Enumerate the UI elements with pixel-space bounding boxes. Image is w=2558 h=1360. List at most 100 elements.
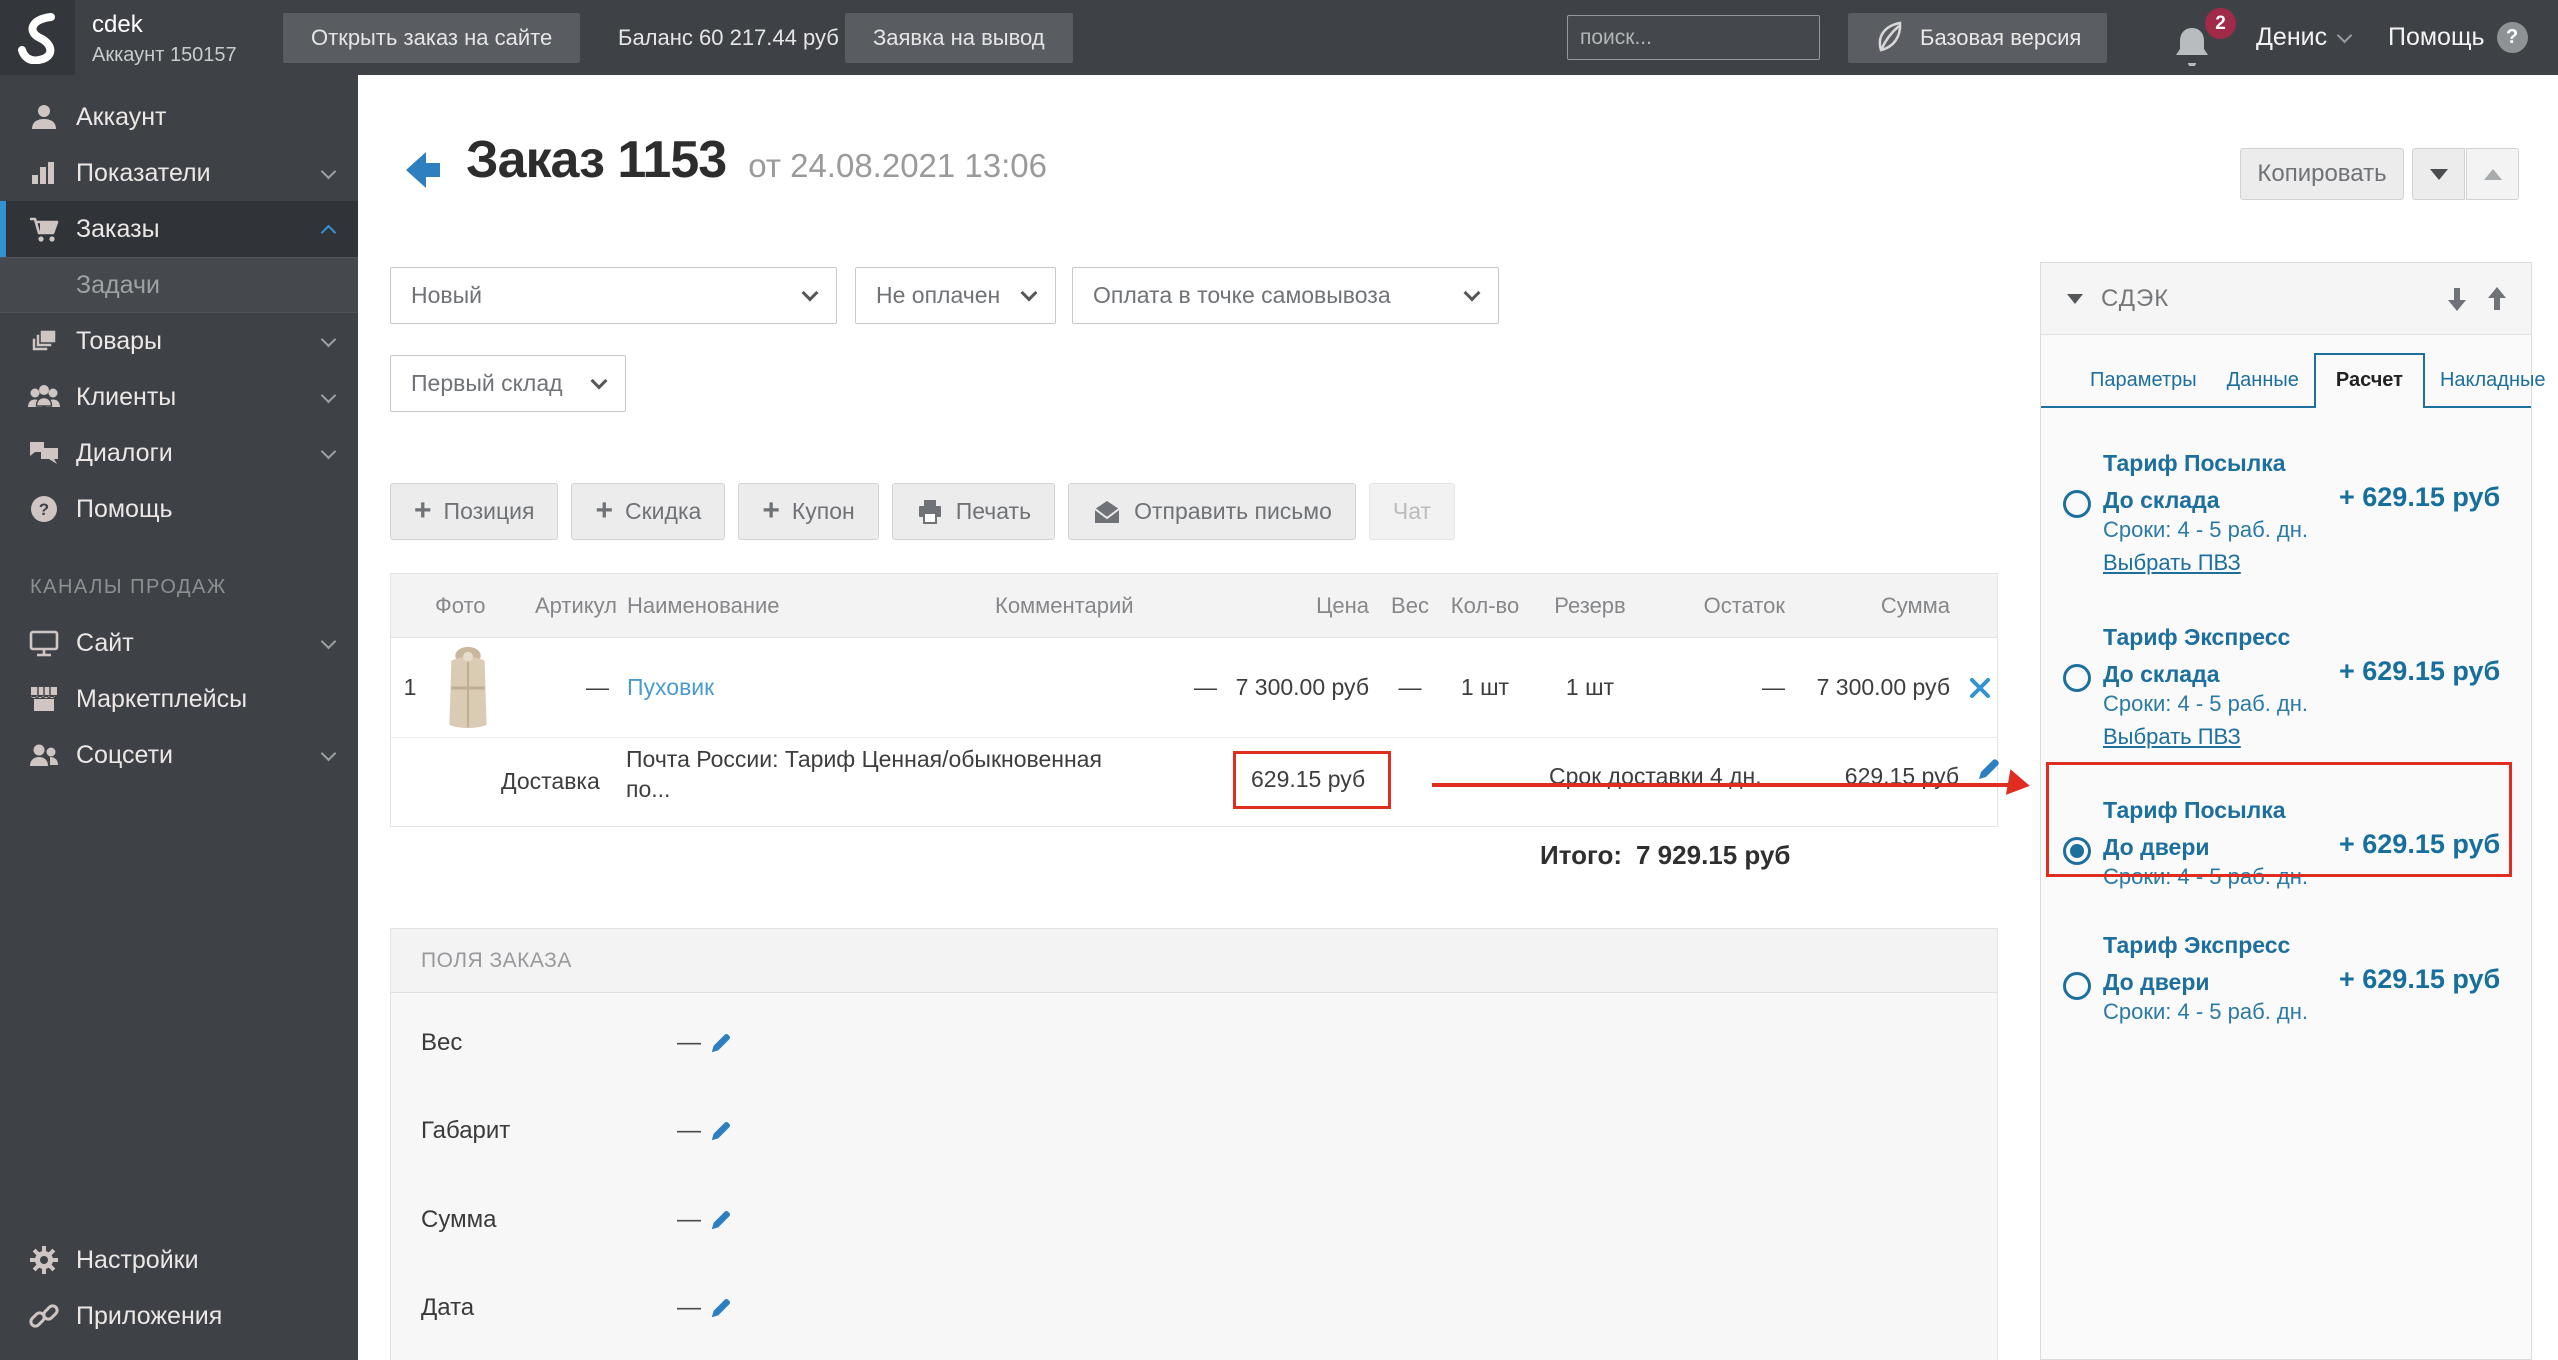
sidebar-item-marketplaces[interactable]: Маркетплейсы [0,671,358,727]
product-thumbnail[interactable] [429,642,529,733]
notification-badge: 2 [2205,8,2236,39]
sidebar-item-dialogs[interactable]: Диалоги [0,425,358,481]
help-menu[interactable]: Помощь ? [2388,0,2528,75]
tariff-price: + 629.15 руб [2339,964,2501,994]
insales-logo[interactable] [0,0,75,75]
chat-button[interactable]: Чат [1368,483,1456,540]
field-value: — [677,1117,701,1144]
sidebar-item-account[interactable]: Аккаунт [0,89,358,145]
choose-pvz-link[interactable]: Выбрать ПВЗ [2103,724,2241,750]
print-button[interactable]: Печать [891,483,1056,540]
open-order-site-button[interactable]: Открыть заказ на сайте [283,13,581,63]
pencil-icon [711,1210,731,1230]
sidebar: Аккаунт Показатели Заказы Задачи Товары [0,75,358,1360]
arrow-down-icon [2448,288,2466,311]
chevron-down-icon [590,372,608,390]
chevron-down-icon [320,387,337,403]
col-weight: Вес [1391,592,1429,618]
tariff-terms: Сроки: 4 - 5 раб. дн. [2103,517,2309,542]
delivery-method: Почта России: Тариф Ценная/обыкновенная … [626,746,1102,802]
account-info: cdek Аккаунт 150157 [92,11,237,67]
col-photo: Фото [435,592,486,618]
field-label: Сумма [421,1206,497,1233]
edit-field-button[interactable] [709,1296,733,1320]
order-field-row: Вес — [421,1029,733,1057]
field-value: — [677,1029,701,1056]
copy-order-button[interactable]: Копировать [2240,148,2404,200]
order-nav-down-button[interactable] [2412,148,2465,200]
sidebar-item-label: Аккаунт [76,102,167,131]
monitor-icon [26,625,62,661]
field-value: — [677,1206,701,1233]
sidebar-item-clients[interactable]: Клиенты [0,369,358,425]
col-qty: Кол-во [1450,592,1520,618]
sidebar-item-site[interactable]: Сайт [0,615,358,671]
edit-field-button[interactable] [709,1119,733,1143]
tab-data[interactable]: Данные [2212,355,2314,406]
price-value: 7 300.00 руб [1235,674,1369,700]
move-widget-down-button[interactable] [2445,286,2469,312]
tariff-price: + 629.15 руб [2339,656,2501,686]
sidebar-item-help[interactable]: ? Помощь [0,481,358,537]
user-menu[interactable]: Денис [2256,0,2353,75]
total-value: 7 929.15 руб [1636,840,1791,870]
annotation-red-arrow [1432,783,2015,787]
collapse-triangle-icon[interactable] [2067,293,2083,304]
sidebar-item-metrics[interactable]: Показатели [0,145,358,201]
tab-parameters[interactable]: Параметры [2075,355,2212,406]
choose-pvz-link[interactable]: Выбрать ПВЗ [2103,550,2241,576]
sidebar-item-tasks[interactable]: Задачи [0,257,358,313]
send-email-label: Отправить письмо [1134,498,1332,524]
edit-field-button[interactable] [709,1031,733,1055]
base-version-button[interactable]: Базовая версия [1848,13,2108,63]
payment-status-select[interactable]: Не оплачен [855,267,1056,324]
tariff-radio[interactable] [2063,972,2091,1000]
product-image [437,642,499,733]
tariff-radio[interactable] [2063,490,2091,518]
cdek-panel-header: СДЭК [2041,263,2531,335]
add-coupon-button[interactable]: + Купон [738,483,879,540]
envelope-icon [1094,500,1120,523]
notifications-button[interactable]: 2 [2172,8,2236,70]
sidebar-item-label: Заказы [76,214,160,243]
sidebar-item-orders[interactable]: Заказы [0,201,358,257]
withdraw-request-button[interactable]: Заявка на вывод [845,13,1073,63]
tab-calculation[interactable]: Расчет [2313,353,2425,408]
edit-delivery-button[interactable] [1976,756,2002,782]
sidebar-item-settings[interactable]: Настройки [0,1232,358,1288]
chevron-up-icon [320,224,337,240]
send-email-button[interactable]: Отправить письмо [1068,483,1356,540]
move-widget-up-button[interactable] [2485,286,2509,312]
search-input[interactable] [1580,25,1851,50]
print-label: Печать [955,498,1032,524]
remove-item-button[interactable] [1962,677,1997,699]
cdek-panel-title: СДЭК [2101,284,2170,312]
link-icon [26,1298,62,1334]
payment-method-select[interactable]: Оплата в точке самовывоза [1072,267,1499,324]
edit-field-button[interactable] [709,1208,733,1232]
chevron-down-icon [320,633,337,649]
tariff-mode: До двери [2103,969,2210,995]
col-sum: Сумма [1880,592,1950,618]
order-status-select[interactable]: Новый [390,267,837,324]
order-fields-title: ПОЛЯ ЗАКАЗА [391,929,1997,993]
sidebar-item-products[interactable]: Товары [0,313,358,369]
add-discount-button[interactable]: + Скидка [571,483,726,540]
tariff-name: Тариф Экспресс [2103,624,2291,650]
chevron-down-icon [320,163,337,179]
sidebar-item-social[interactable]: Соцсети [0,727,358,783]
order-nav-up-button[interactable] [2466,148,2519,200]
warehouse-select[interactable]: Первый склад [390,355,626,412]
tab-invoices[interactable]: Накладные [2425,355,2558,406]
annotation-red-box-tariff [2046,762,2512,877]
field-label: Габарит [421,1117,511,1144]
add-position-button[interactable]: + Позиция [390,483,559,540]
payment-status-value: Не оплачен [876,282,1001,308]
product-link[interactable]: Пуховик [627,674,714,700]
tariff-radio[interactable] [2063,664,2091,692]
sidebar-item-apps[interactable]: Приложения [0,1288,358,1344]
col-stock: Остаток [1703,592,1785,618]
back-button[interactable] [398,146,446,194]
dialogs-icon [26,435,62,471]
gear-icon [26,1242,62,1278]
